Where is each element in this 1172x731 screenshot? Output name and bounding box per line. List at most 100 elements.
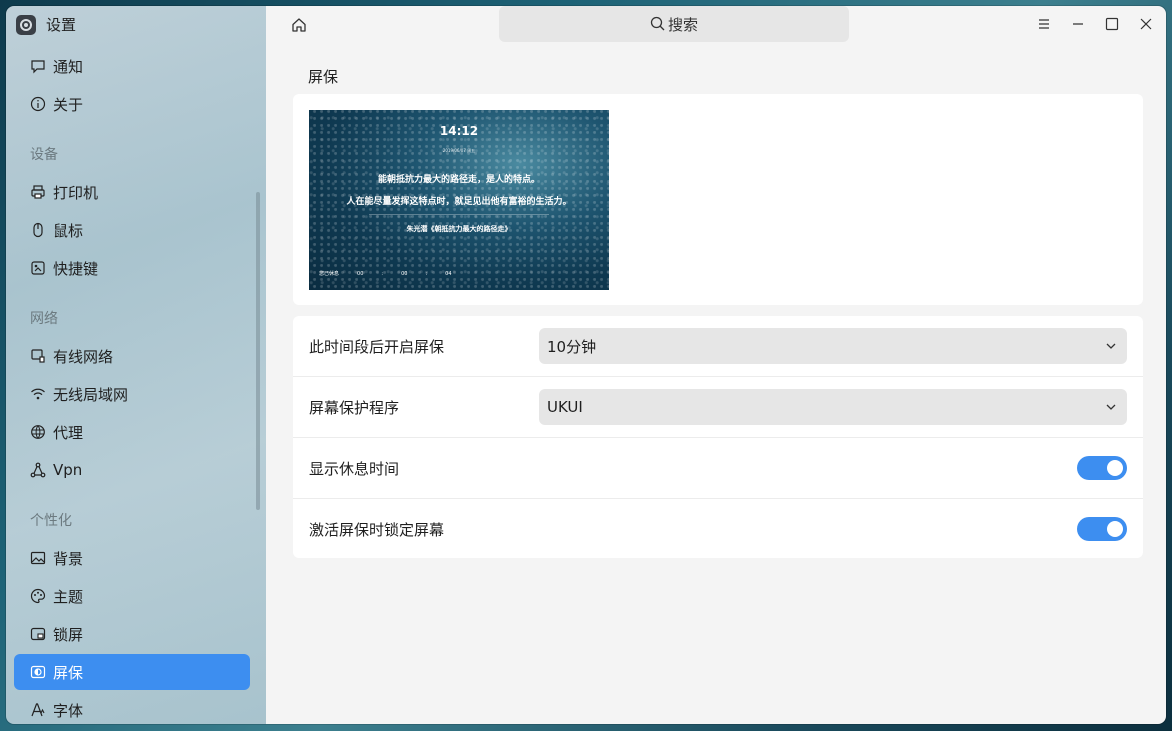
- sidebar-item-label: Vpn: [53, 461, 83, 479]
- proxy-globe-icon: [30, 424, 46, 440]
- preview-card: 14:12 2019/06/07 周五 能朝抵抗力最大的路径走，是人的特点。 人…: [293, 94, 1143, 305]
- sidebar-nav: 通知 关于 设备 打印机 鼠标 快捷键 网络 有线网络 无线局域网 代理 Vpn…: [14, 48, 250, 724]
- maximize-icon: [1105, 17, 1119, 31]
- preview-date: 2019/06/07 周五: [442, 148, 476, 153]
- settings-app-icon: [16, 14, 36, 35]
- preview-rest-sep2: :: [425, 270, 428, 277]
- settings-card: 此时间段后开启屏保 10分钟 屏幕保护程序 UKUI 显示休息时间 激活屏保时锁…: [293, 316, 1143, 558]
- sidebar-item-label: 打印机: [53, 183, 99, 202]
- keyboard-shortcut-icon: [30, 260, 46, 276]
- sidebar-item-font[interactable]: 字体: [14, 692, 250, 724]
- show-rest-toggle[interactable]: [1077, 456, 1127, 480]
- setting-row-idle-time: 此时间段后开启屏保 10分钟: [293, 316, 1143, 377]
- sidebar-item-theme[interactable]: 主题: [14, 578, 250, 614]
- sidebar-item-wlan[interactable]: 无线局域网: [14, 376, 250, 412]
- close-button[interactable]: [1138, 16, 1154, 32]
- palette-icon: [30, 588, 46, 604]
- sidebar-group-devices: 设备: [30, 147, 58, 163]
- preview-rest-seconds: 04: [445, 270, 452, 277]
- lock-screen-icon: [30, 626, 46, 642]
- sidebar-item-label: 代理: [53, 423, 84, 442]
- sidebar-item-mouse[interactable]: 鼠标: [14, 212, 250, 248]
- app-title: 设置: [46, 16, 77, 34]
- screensaver-preview: 14:12 2019/06/07 周五 能朝抵抗力最大的路径走，是人的特点。 人…: [309, 110, 609, 290]
- setting-row-show-rest: 显示休息时间: [293, 438, 1143, 499]
- menu-button[interactable]: [1036, 16, 1052, 32]
- idle-time-label: 此时间段后开启屏保: [309, 337, 445, 356]
- sidebar-item-about[interactable]: 关于: [14, 86, 250, 122]
- sidebar-item-label: 屏保: [53, 663, 84, 682]
- sidebar-group-network: 网络: [30, 311, 58, 327]
- home-button[interactable]: [290, 16, 308, 34]
- preview-rest-minutes: 00: [401, 270, 408, 277]
- program-label: 屏幕保护程序: [309, 398, 400, 417]
- info-icon: [30, 96, 46, 112]
- chat-bubble-icon: [30, 58, 46, 74]
- home-icon: [292, 18, 306, 32]
- sidebar-item-printer[interactable]: 打印机: [14, 174, 250, 210]
- menu-icon: [1039, 19, 1049, 29]
- maximize-button[interactable]: [1104, 16, 1120, 32]
- search-input[interactable]: 搜索: [499, 6, 849, 42]
- sidebar-item-label: 有线网络: [53, 347, 114, 366]
- sidebar-scrollbar[interactable]: [256, 192, 260, 510]
- sidebar-item-proxy[interactable]: 代理: [14, 414, 250, 450]
- minimize-icon: [1073, 23, 1083, 25]
- settings-window: 设置 通知 关于 设备 打印机 鼠标 快捷键 网络 有线网络 无线局域网 代理 …: [6, 6, 1166, 724]
- preview-quote-line2: 人在能尽量发挥这特点时，就足见出他有富裕的生活力。: [346, 197, 572, 207]
- wifi-icon: [30, 386, 46, 402]
- vpn-icon: [30, 462, 46, 478]
- font-icon: [30, 702, 46, 718]
- idle-time-value: 10分钟: [547, 337, 597, 356]
- preview-rest-label: 您已休息: [319, 271, 340, 277]
- sidebar-item-background[interactable]: 背景: [14, 540, 250, 576]
- app-header: 设置: [16, 14, 76, 35]
- program-select[interactable]: UKUI: [539, 389, 1127, 425]
- search-placeholder: 搜索: [667, 15, 698, 34]
- minimize-button[interactable]: [1070, 16, 1086, 32]
- sidebar-item-label: 鼠标: [53, 221, 84, 240]
- mouse-icon: [30, 222, 46, 238]
- sidebar-group-personalization: 个性化: [30, 513, 72, 529]
- show-rest-label: 显示休息时间: [309, 459, 400, 478]
- sidebar-item-vpn[interactable]: Vpn: [14, 452, 250, 488]
- title-bar: 搜索: [266, 6, 1166, 44]
- preview-rest-timer: 您已休息 00 : 00 : 04: [319, 270, 452, 278]
- sidebar-item-shortcuts[interactable]: 快捷键: [14, 250, 250, 286]
- sidebar-item-label: 背景: [53, 549, 84, 568]
- wired-network-icon: [30, 348, 46, 364]
- main-panel: 搜索 屏保 14:12 2019/06/07 周五 能朝抵抗力最大的路径走，是人…: [266, 6, 1166, 724]
- wallpaper-icon: [30, 550, 46, 566]
- sidebar-item-lock-screen[interactable]: 锁屏: [14, 616, 250, 652]
- sidebar-item-label: 主题: [53, 587, 84, 606]
- sidebar-item-label: 锁屏: [53, 625, 84, 644]
- lock-label: 激活屏保时锁定屏幕: [309, 520, 445, 539]
- sidebar-item-label: 字体: [53, 701, 84, 720]
- preview-rest-hours: 00: [357, 270, 364, 277]
- preview-divider: [369, 214, 549, 215]
- sidebar-item-notifications[interactable]: 通知: [14, 48, 250, 84]
- sidebar-item-label: 通知: [53, 57, 84, 76]
- sidebar: 设置 通知 关于 设备 打印机 鼠标 快捷键 网络 有线网络 无线局域网 代理 …: [6, 6, 266, 724]
- sidebar-item-label: 快捷键: [53, 259, 99, 278]
- search-icon: [650, 16, 665, 31]
- printer-icon: [30, 184, 46, 200]
- sidebar-item-label: 关于: [53, 95, 84, 114]
- sidebar-item-label: 无线局域网: [53, 385, 129, 404]
- preview-rest-sep1: :: [381, 270, 384, 277]
- sidebar-item-screensaver[interactable]: 屏保: [14, 654, 250, 690]
- chevron-down-icon: [1106, 404, 1116, 410]
- program-value: UKUI: [547, 398, 583, 416]
- screensaver-icon: [30, 664, 46, 680]
- lock-screen-toggle[interactable]: [1077, 517, 1127, 541]
- sidebar-item-wired-network[interactable]: 有线网络: [14, 338, 250, 374]
- preview-time: 14:12: [439, 124, 479, 138]
- idle-time-select[interactable]: 10分钟: [539, 328, 1127, 364]
- setting-row-program: 屏幕保护程序 UKUI: [293, 377, 1143, 438]
- preview-author: 朱光潜《朝抵抗力最大的路径走》: [406, 225, 512, 233]
- setting-row-lock: 激活屏保时锁定屏幕: [293, 499, 1143, 559]
- chevron-down-icon: [1106, 343, 1116, 349]
- page-title: 屏保: [308, 68, 339, 86]
- close-icon: [1140, 18, 1152, 30]
- preview-quote-line1: 能朝抵抗力最大的路径走，是人的特点。: [377, 175, 540, 185]
